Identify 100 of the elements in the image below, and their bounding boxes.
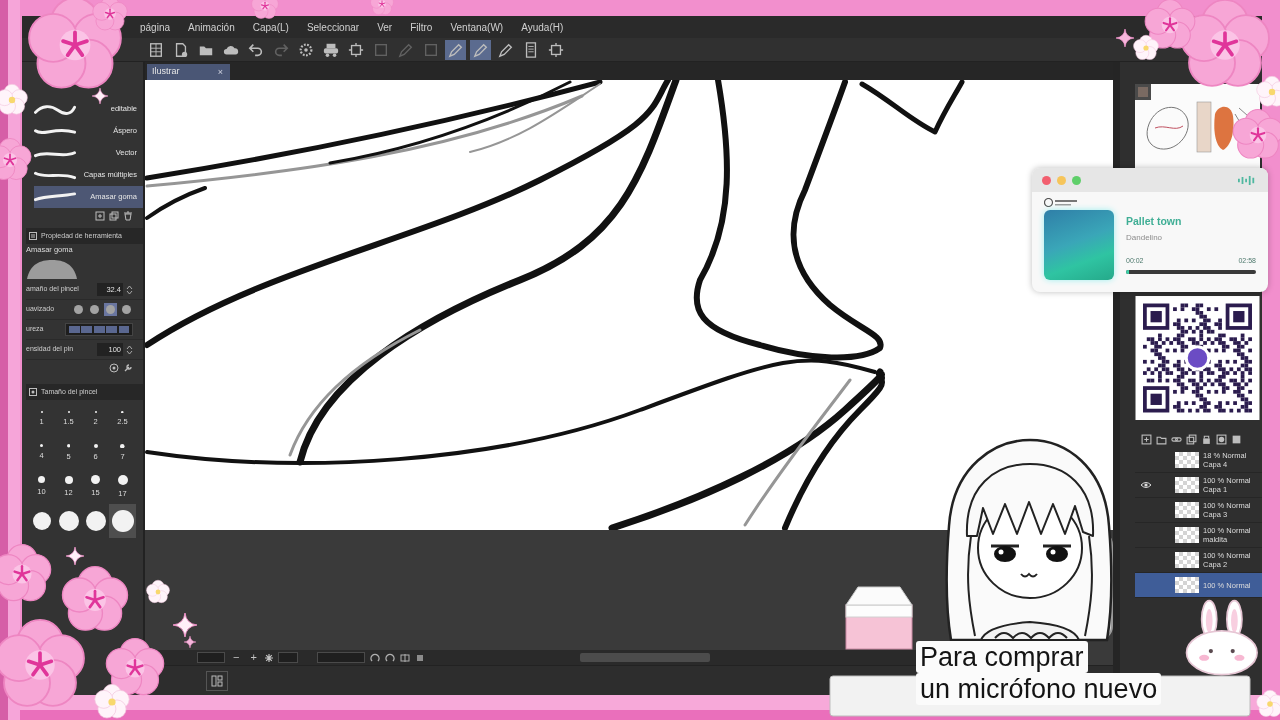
sparkle-icon bbox=[65, 546, 85, 566]
menu-item[interactable]: Ver bbox=[377, 19, 393, 35]
angle-field[interactable] bbox=[277, 652, 298, 663]
layer-thumbnail bbox=[1175, 552, 1199, 568]
stroke-preview-icon bbox=[34, 190, 76, 204]
flower-icon bbox=[0, 138, 32, 180]
pen-icon bbox=[397, 41, 414, 58]
antialias-option[interactable] bbox=[88, 303, 101, 316]
pen-icon bbox=[447, 41, 464, 58]
undo-icon bbox=[247, 41, 264, 58]
asterisk-icon[interactable] bbox=[264, 653, 273, 662]
square-icon[interactable] bbox=[1231, 433, 1242, 445]
size-dot-icon bbox=[120, 443, 125, 449]
menu-item[interactable]: Ventana(W) bbox=[450, 19, 504, 35]
frame-icon bbox=[347, 41, 364, 58]
page-grid-icon bbox=[147, 41, 164, 58]
trash-icon[interactable] bbox=[123, 211, 133, 221]
antialias-option[interactable] bbox=[72, 303, 85, 316]
spinner-icon[interactable] bbox=[126, 284, 133, 295]
flower-icon bbox=[251, 0, 279, 19]
flower-icon bbox=[370, 0, 394, 15]
square-icon bbox=[372, 41, 389, 58]
milk-carton-icon bbox=[845, 586, 913, 650]
layout-button[interactable] bbox=[206, 670, 228, 691]
sparkle-icon bbox=[1115, 28, 1135, 48]
copy-icon[interactable] bbox=[109, 211, 119, 221]
size-dot-icon bbox=[94, 410, 97, 413]
layer-thumbnail bbox=[1175, 577, 1199, 593]
flower-icon bbox=[61, 566, 129, 631]
panel-icon bbox=[29, 232, 37, 240]
toolbar-button[interactable] bbox=[445, 39, 466, 60]
add-icon[interactable] bbox=[95, 211, 105, 221]
brush-tip-icon bbox=[26, 257, 78, 280]
menu-item[interactable]: página bbox=[140, 19, 171, 35]
menu-item[interactable]: Filtro bbox=[410, 19, 433, 35]
bunny-icon bbox=[1185, 599, 1258, 676]
wrench-icon[interactable] bbox=[123, 363, 133, 373]
goal-caption: Para comprar un micrófono nuevo bbox=[916, 641, 1162, 705]
close-button[interactable]: × bbox=[215, 67, 225, 77]
eye-icon[interactable] bbox=[1140, 481, 1152, 489]
target-icon[interactable] bbox=[109, 363, 119, 373]
layer-thumbnail bbox=[1175, 527, 1199, 543]
new-layer-icon[interactable] bbox=[1141, 433, 1152, 445]
zoom-out-button[interactable]: − bbox=[230, 651, 243, 664]
size-dot-icon bbox=[32, 512, 51, 530]
flower-icon bbox=[1232, 109, 1280, 159]
track-artist: Dandelino bbox=[1126, 231, 1163, 244]
size-dot-icon bbox=[85, 511, 106, 531]
size-dot-icon bbox=[38, 476, 45, 484]
track-title: Pallet town bbox=[1126, 214, 1182, 229]
layer-thumbnail bbox=[1175, 477, 1199, 493]
menu-item[interactable]: Capa(L) bbox=[252, 19, 289, 35]
sparkle-icon bbox=[91, 87, 109, 105]
progress-track[interactable] bbox=[1126, 270, 1256, 275]
size-dot-icon bbox=[58, 511, 79, 531]
flower-icon bbox=[146, 580, 170, 603]
size-dot-icon bbox=[121, 410, 124, 414]
logo-icon bbox=[1044, 198, 1078, 207]
size-dot-icon bbox=[111, 510, 134, 532]
layer-thumbnail bbox=[1175, 452, 1199, 468]
copy-icon[interactable] bbox=[1186, 433, 1197, 445]
dotted-circle-icon bbox=[297, 41, 314, 58]
menu-item[interactable]: Animación bbox=[188, 19, 235, 35]
redo-icon bbox=[272, 41, 289, 58]
rotation-field[interactable] bbox=[316, 652, 365, 663]
square-icon[interactable] bbox=[414, 652, 425, 663]
flip-icon[interactable] bbox=[399, 652, 410, 663]
close-icon[interactable] bbox=[1042, 175, 1051, 185]
toolbar-button[interactable] bbox=[470, 39, 491, 60]
rotate-right-icon[interactable] bbox=[384, 652, 395, 663]
flower-icon bbox=[0, 619, 85, 707]
square-icon bbox=[422, 41, 439, 58]
layer-thumbnail bbox=[1175, 502, 1199, 518]
circle-icon bbox=[106, 305, 115, 314]
spinner-icon[interactable] bbox=[126, 344, 133, 355]
size-dot-icon bbox=[40, 410, 43, 413]
zoom-field[interactable] bbox=[197, 652, 225, 663]
brush-size-option[interactable] bbox=[109, 504, 136, 538]
scrollbar-thumb[interactable] bbox=[579, 653, 710, 662]
size-dot-icon bbox=[93, 443, 98, 448]
size-dot-icon bbox=[117, 474, 128, 485]
circle-icon bbox=[122, 305, 131, 314]
size-dot-icon bbox=[91, 475, 100, 485]
mask-icon[interactable] bbox=[1216, 433, 1227, 445]
grid-view-icon bbox=[211, 674, 223, 687]
lock-icon[interactable] bbox=[1201, 433, 1212, 445]
flower-icon bbox=[1256, 690, 1280, 717]
canvas-tab[interactable]: Ilustrar × bbox=[147, 64, 230, 80]
size-dot-icon bbox=[64, 475, 73, 484]
size-dot-icon bbox=[67, 410, 70, 413]
rotate-left-icon[interactable] bbox=[369, 652, 380, 663]
menu-item[interactable]: Seleccionar bbox=[306, 19, 360, 35]
panel-icon bbox=[29, 388, 37, 396]
menu-item[interactable]: Ayuda(H) bbox=[521, 19, 564, 35]
circle-icon bbox=[74, 305, 83, 314]
hardness-track[interactable] bbox=[65, 323, 133, 336]
pen-icon bbox=[497, 41, 514, 58]
stroke-preview-icon bbox=[34, 102, 76, 116]
zoom-in-button[interactable]: + bbox=[247, 651, 260, 664]
antialias-option[interactable] bbox=[120, 303, 133, 316]
